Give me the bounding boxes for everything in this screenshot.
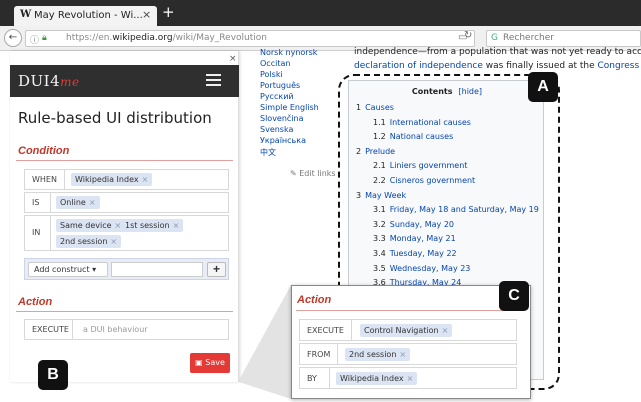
zoom-execute-label: EXECUTE: [300, 320, 352, 340]
screenshot-stage: W May Revolution - Wi... × + ← ⓘ 🔒︎ http…: [0, 0, 641, 402]
remove-tag-icon[interactable]: ×: [407, 374, 414, 383]
zoom-by-tag[interactable]: Wikipedia Index ×: [336, 372, 418, 385]
remove-tag-icon[interactable]: ×: [399, 350, 406, 359]
zoom-execute-tag[interactable]: Control Navigation ×: [360, 324, 453, 337]
remove-tag-icon[interactable]: ×: [442, 326, 449, 335]
zoom-execute-row: EXECUTE Control Navigation ×: [299, 319, 517, 341]
zoom-action-title: Action: [297, 294, 332, 306]
badge-c: C: [499, 281, 529, 311]
zoom-action-divider: [296, 310, 508, 311]
zoom-from-tag[interactable]: 2nd session ×: [345, 348, 411, 361]
zoom-by-row: BY Wikipedia Index ×: [299, 367, 517, 389]
zoom-by-label: BY: [300, 368, 330, 388]
zoomed-action-callout: Action EXECUTE Control Navigation × FROM …: [291, 285, 531, 399]
zoom-from-label: FROM: [300, 344, 338, 364]
zoom-from-row: FROM 2nd session ×: [299, 343, 517, 365]
